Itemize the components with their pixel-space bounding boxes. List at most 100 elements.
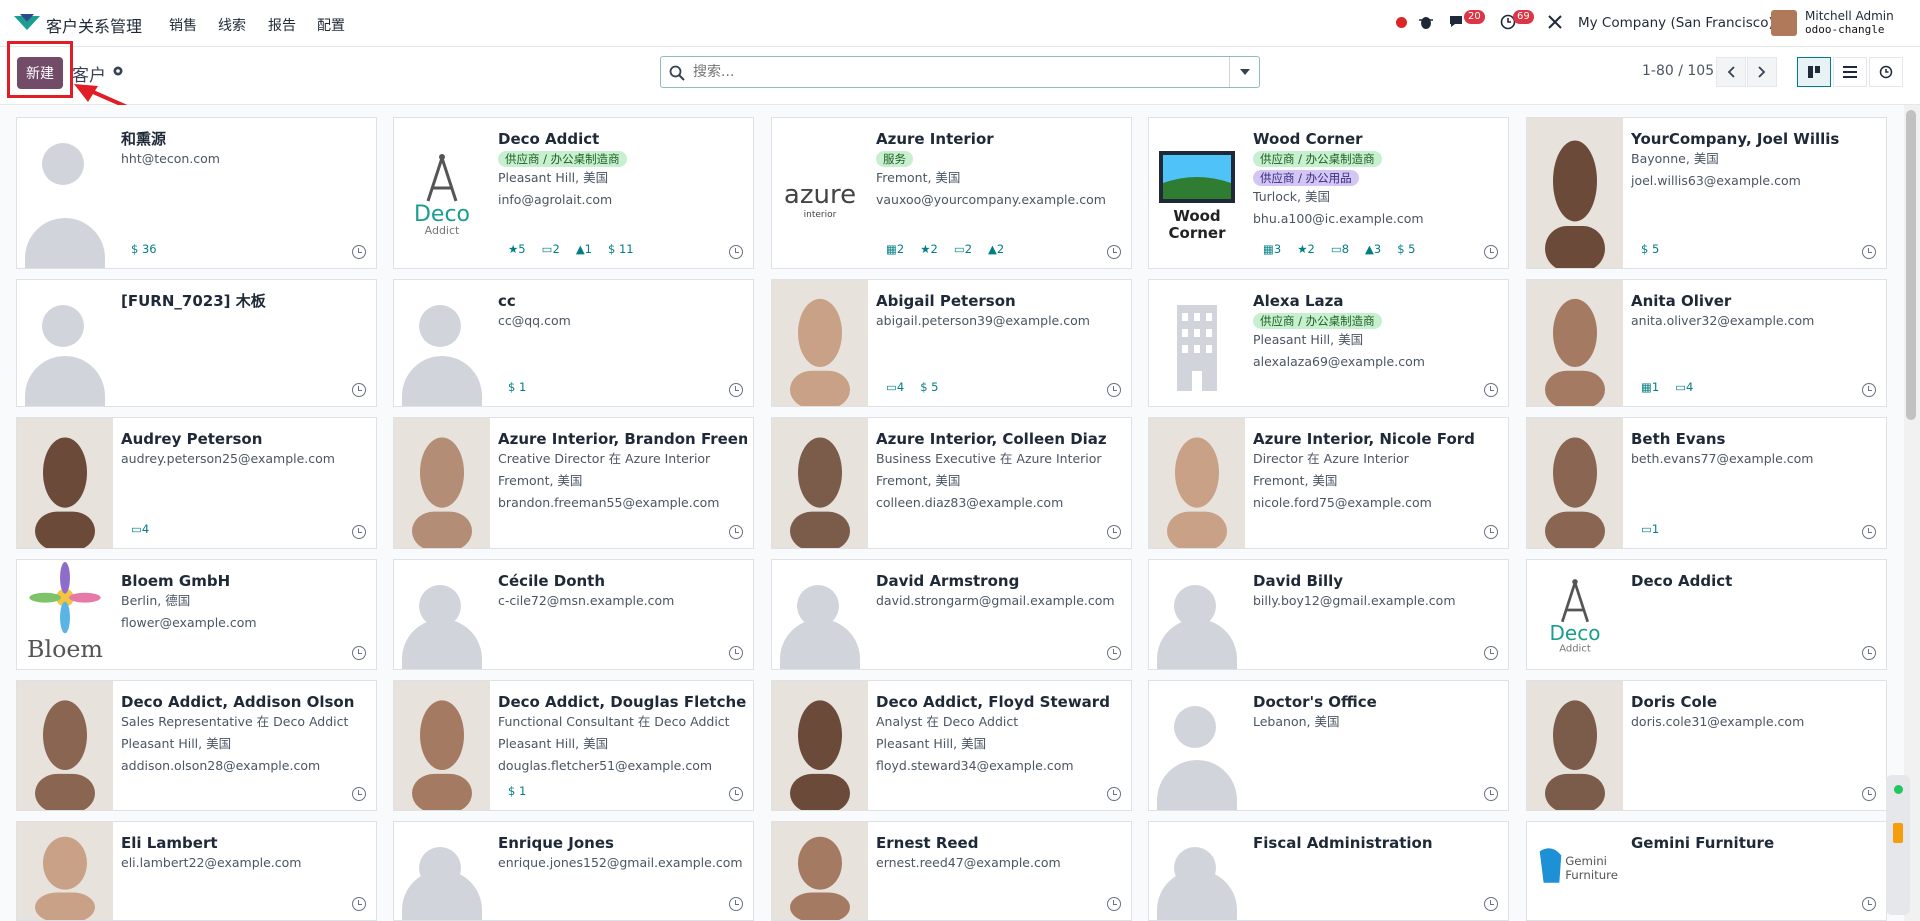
menu-reports[interactable]: 报告: [268, 15, 296, 35]
activity-clock-icon[interactable]: [352, 646, 366, 660]
user-avatar[interactable]: [1771, 10, 1797, 36]
activity-view-button[interactable]: [1869, 57, 1903, 87]
stat-badge[interactable]: ▭2: [542, 242, 560, 256]
scrollbar-thumb[interactable]: [1906, 110, 1916, 420]
activity-clock-icon[interactable]: [1862, 525, 1876, 539]
kanban-card[interactable]: Azure Interior, Colleen Diaz Business Exe…: [771, 417, 1132, 549]
search-input[interactable]: [693, 62, 1193, 82]
kanban-card[interactable]: Deco Addict Deco Addict: [1526, 559, 1887, 670]
kanban-card[interactable]: Audrey Peterson audrey.peterson25@example…: [16, 417, 377, 549]
record-status-icon[interactable]: [1396, 17, 1407, 28]
stat-badge[interactable]: ★5: [508, 242, 526, 256]
activity-clock-icon[interactable]: [1107, 897, 1121, 911]
kanban-card[interactable]: Eli Lambert eli.lambert22@example.com: [16, 821, 377, 921]
activity-clock-icon[interactable]: [1484, 525, 1498, 539]
user-name[interactable]: Mitchell Admin: [1805, 9, 1894, 23]
stat-badge[interactable]: $ 11: [608, 242, 634, 256]
kanban-card[interactable]: azure interior Azure Interior 服务 Fremont, 美国…: [771, 117, 1132, 269]
activity-clock-icon[interactable]: [729, 646, 743, 660]
kanban-card[interactable]: Deco Addict, Douglas Fletcher Functional …: [393, 680, 754, 811]
gear-icon[interactable]: [111, 64, 125, 78]
kanban-card[interactable]: Abigail Peterson abigail.peterson39@examp…: [771, 279, 1132, 407]
kanban-card[interactable]: Deco Addict, Addison Olson Sales Represen…: [16, 680, 377, 811]
stat-badge[interactable]: $ 5: [1641, 242, 1659, 256]
activity-clock-icon[interactable]: [729, 245, 743, 259]
activity-clock-icon[interactable]: [352, 525, 366, 539]
kanban-card[interactable]: David Armstrong david.strongarm@gmail.exa…: [771, 559, 1132, 670]
kanban-view-button[interactable]: [1797, 57, 1831, 87]
tools-icon[interactable]: [1547, 14, 1563, 30]
kanban-card[interactable]: Azure Interior, Nicole Ford Director 在 Az…: [1148, 417, 1509, 549]
list-view-button[interactable]: [1833, 57, 1867, 87]
company-switcher[interactable]: My Company (San Francisco): [1578, 15, 1774, 31]
stat-badge[interactable]: ★2: [1297, 242, 1315, 256]
activity-clock-icon[interactable]: [1484, 383, 1498, 397]
pager-value[interactable]: 1-80 / 105: [1642, 63, 1714, 79]
kanban-card[interactable]: Bloem Bloem GmbH Berlin, 德国 flower@example.…: [16, 559, 377, 670]
kanban-card[interactable]: YourCompany, Joel Willis Bayonne, 美国 joel.…: [1526, 117, 1887, 269]
kanban-card[interactable]: Deco Addict, Floyd Steward Analyst 在 Deco…: [771, 680, 1132, 811]
pager-prev-button[interactable]: [1716, 57, 1746, 87]
stat-badge[interactable]: ▭2: [954, 242, 972, 256]
stat-badge[interactable]: ▲1: [576, 242, 592, 256]
bug-icon[interactable]: [1419, 14, 1433, 30]
kanban-card[interactable]: Doctor's Office Lebanon, 美国: [1148, 680, 1509, 811]
kanban-card[interactable]: Doris Cole doris.cole31@example.com: [1526, 680, 1887, 811]
stat-badge[interactable]: ▭1: [1641, 522, 1659, 536]
stat-badge[interactable]: ▦2: [886, 242, 904, 256]
stat-badge[interactable]: ▭4: [1675, 380, 1693, 394]
activity-clock-icon[interactable]: [1107, 525, 1121, 539]
activity-clock-icon[interactable]: [729, 787, 743, 801]
kanban-card[interactable]: cc cc@qq.com $ 1: [393, 279, 754, 407]
activity-clock-icon[interactable]: [729, 897, 743, 911]
stat-badge[interactable]: $ 36: [131, 242, 157, 256]
activity-clock-icon[interactable]: [1107, 383, 1121, 397]
stat-badge[interactable]: ▦1: [1641, 380, 1659, 394]
activity-clock-icon[interactable]: [352, 245, 366, 259]
app-logo-icon[interactable]: [14, 14, 40, 32]
menu-leads[interactable]: 线索: [218, 15, 246, 35]
kanban-card[interactable]: Fiscal Administration: [1148, 821, 1509, 921]
stat-badge[interactable]: $ 5: [920, 380, 938, 394]
stat-badge[interactable]: ▲2: [988, 242, 1004, 256]
search-box[interactable]: [660, 56, 1260, 88]
activity-clock-icon[interactable]: [1862, 897, 1876, 911]
activity-clock-icon[interactable]: [1107, 646, 1121, 660]
activity-clock-icon[interactable]: [352, 897, 366, 911]
activity-clock-icon[interactable]: [1107, 245, 1121, 259]
stat-badge[interactable]: ▭8: [1331, 242, 1349, 256]
activity-clock-icon[interactable]: [352, 787, 366, 801]
stat-badge[interactable]: ▲3: [1365, 242, 1381, 256]
kanban-card[interactable]: Deco Addict Deco Addict 供应商 / 办公桌制造商 Pleasan…: [393, 117, 754, 269]
activity-clock-icon[interactable]: [1107, 787, 1121, 801]
stat-badge[interactable]: ▦3: [1263, 242, 1281, 256]
kanban-card[interactable]: Anita Oliver anita.oliver32@example.com ▦1…: [1526, 279, 1887, 407]
kanban-card[interactable]: David Billy billy.boy12@gmail.example.com: [1148, 559, 1509, 670]
kanban-card[interactable]: Enrique Jones enrique.jones152@gmail.exam…: [393, 821, 754, 921]
kanban-card[interactable]: 和熏源 hht@tecon.com $ 36: [16, 117, 377, 269]
activity-clock-icon[interactable]: [729, 383, 743, 397]
stat-badge[interactable]: ▭4: [886, 380, 904, 394]
kanban-card[interactable]: Cécile Donth c-cile72@msn.example.com: [393, 559, 754, 670]
activity-clock-icon[interactable]: [1862, 245, 1876, 259]
app-name[interactable]: 客户关系管理: [46, 13, 142, 37]
activity-clock-icon[interactable]: [1862, 383, 1876, 397]
menu-sales[interactable]: 销售: [169, 15, 197, 35]
activity-clock-icon[interactable]: [1484, 787, 1498, 801]
activity-clock-icon[interactable]: [352, 383, 366, 397]
stat-badge[interactable]: ★2: [920, 242, 938, 256]
activity-clock-icon[interactable]: [1484, 897, 1498, 911]
menu-config[interactable]: 配置: [317, 15, 345, 35]
kanban-card[interactable]: Alexa Laza 供应商 / 办公桌制造商 Pleasant Hill, 美国 a…: [1148, 279, 1509, 407]
stat-badge[interactable]: $ 1: [508, 784, 526, 798]
stat-badge[interactable]: $ 5: [1397, 242, 1415, 256]
search-dropdown-toggle[interactable]: [1229, 57, 1259, 87]
kanban-card[interactable]: Gemini Furniture Gemini Furniture: [1526, 821, 1887, 921]
activity-clock-icon[interactable]: [1862, 646, 1876, 660]
activity-clock-icon[interactable]: [729, 525, 743, 539]
activity-clock-icon[interactable]: [1484, 245, 1498, 259]
kanban-card[interactable]: [FURN_7023] 木板: [16, 279, 377, 407]
pager-next-button[interactable]: [1747, 57, 1777, 87]
kanban-card[interactable]: Wood Corner Wood Corner 供应商 / 办公桌制造商 供应商 / 办…: [1148, 117, 1509, 269]
kanban-card[interactable]: Azure Interior, Brandon Freeman Creative …: [393, 417, 754, 549]
